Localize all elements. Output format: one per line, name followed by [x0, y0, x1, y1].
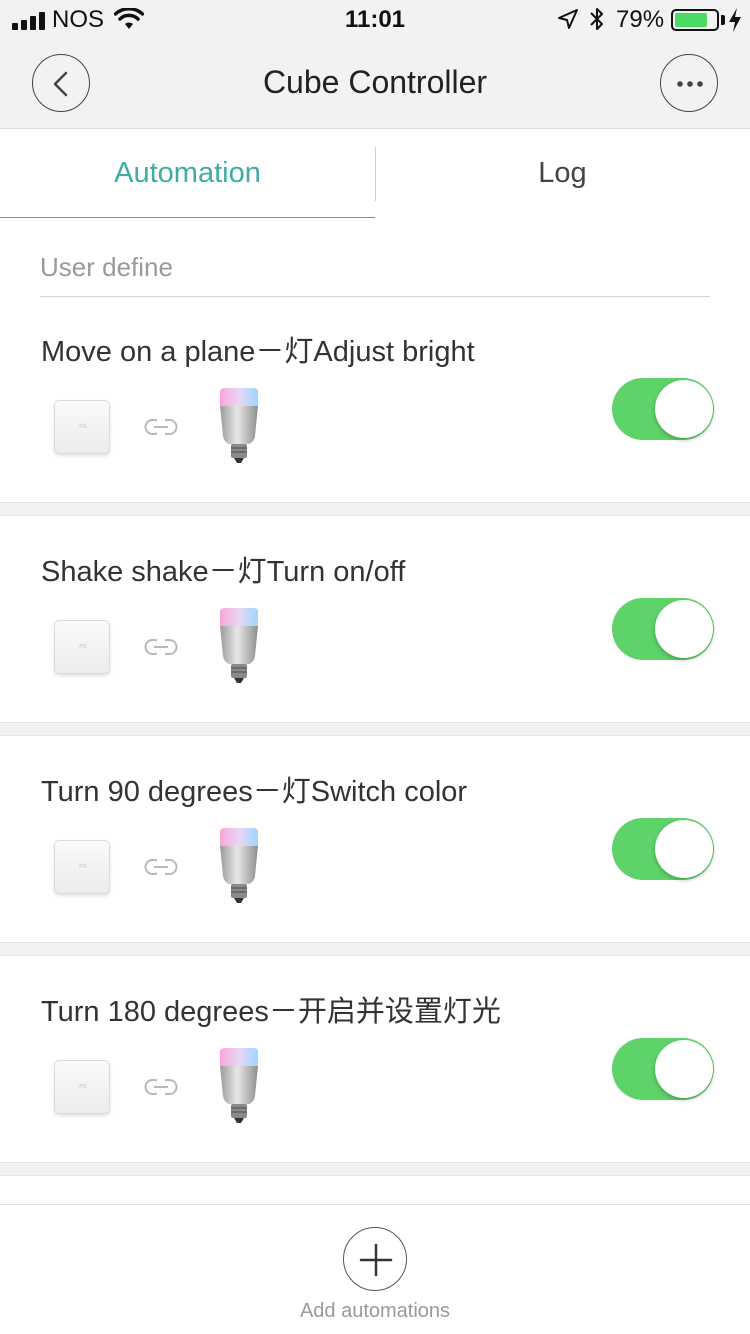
- tab-log[interactable]: Log: [375, 129, 750, 218]
- bulb-device-icon: [220, 1048, 258, 1123]
- charging-bolt-icon: [729, 8, 741, 32]
- bluetooth-icon: [590, 8, 603, 30]
- battery-level: [675, 13, 707, 27]
- card-separator: [0, 502, 750, 516]
- link-icon: [144, 419, 178, 435]
- card-separator: [0, 942, 750, 956]
- toggle-knob: [655, 380, 713, 438]
- cube-device-icon: mi: [54, 1060, 110, 1114]
- cube-device-icon: mi: [54, 840, 110, 894]
- automation-card[interactable]: Turn 90 degrees－灯Switch color mi: [0, 736, 750, 942]
- battery-icon: [671, 9, 719, 31]
- toggle-knob: [655, 1040, 713, 1098]
- battery-percent: 79%: [616, 6, 665, 33]
- cube-logo-mark: mi: [79, 1083, 87, 1090]
- link-icon: [144, 1079, 178, 1095]
- link-icon: [144, 859, 178, 875]
- more-dots-icon: [677, 81, 703, 87]
- automation-card[interactable]: Shake shake－灯Turn on/off mi: [0, 516, 750, 722]
- bulb-device-icon: [220, 388, 258, 463]
- automation-title: Shake shake－灯Turn on/off: [41, 556, 406, 588]
- status-bar: NOS 11:01 79%: [0, 0, 750, 40]
- automation-card[interactable]: Move on a plane－灯Adjust bright mi: [0, 316, 750, 522]
- tab-automation[interactable]: Automation: [0, 129, 375, 218]
- link-icon: [144, 639, 178, 655]
- section-divider: [40, 296, 710, 297]
- cube-logo-mark: mi: [79, 643, 87, 650]
- automation-title: Turn 180 degrees－开启并设置灯光: [41, 996, 501, 1028]
- top-bar: NOS 11:01 79% Cube Controller: [0, 0, 750, 129]
- plus-icon: [359, 1243, 393, 1277]
- bulb-device-icon: [220, 608, 258, 683]
- add-automation-button[interactable]: [343, 1227, 407, 1291]
- location-arrow-icon: [558, 9, 578, 29]
- automation-toggle[interactable]: [612, 598, 714, 660]
- automation-toggle[interactable]: [612, 1038, 714, 1100]
- tab-bar: Automation Log: [0, 129, 750, 218]
- cube-logo-mark: mi: [79, 423, 87, 430]
- more-button[interactable]: [660, 54, 718, 112]
- cube-device-icon: mi: [54, 620, 110, 674]
- toggle-knob: [655, 600, 713, 658]
- page-title: Cube Controller: [262, 64, 488, 100]
- battery-tip: [721, 15, 725, 25]
- bulb-device-icon: [220, 828, 258, 903]
- section-label: User define: [40, 252, 173, 282]
- card-separator: [0, 1162, 750, 1176]
- automation-card[interactable]: Turn 180 degrees－开启并设置灯光 mi: [0, 956, 750, 1162]
- cube-logo-mark: mi: [79, 863, 87, 870]
- automation-title: Move on a plane－灯Adjust bright: [41, 336, 475, 368]
- add-automation-label[interactable]: Add automations: [0, 1300, 750, 1323]
- cube-device-icon: mi: [54, 400, 110, 454]
- automation-toggle[interactable]: [612, 378, 714, 440]
- automation-title: Turn 90 degrees－灯Switch color: [41, 776, 468, 808]
- toggle-knob: [655, 820, 713, 878]
- footer-divider: [0, 1204, 750, 1205]
- automation-toggle[interactable]: [612, 818, 714, 880]
- card-separator: [0, 722, 750, 736]
